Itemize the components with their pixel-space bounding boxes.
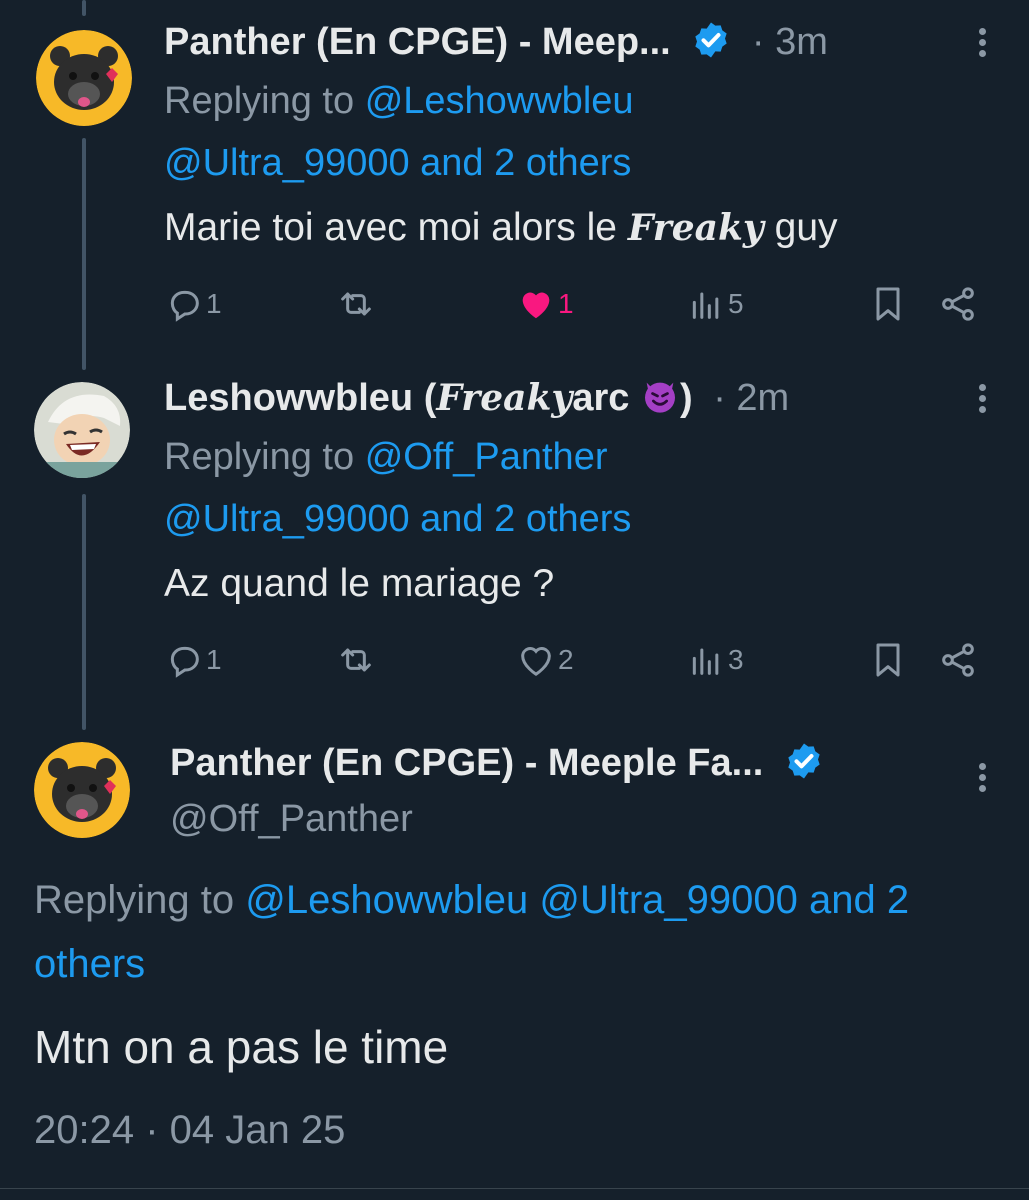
like-button[interactable]: 2 — [516, 630, 574, 690]
verified-badge-icon[interactable] — [691, 20, 731, 60]
reply-thread: Panther (En CPGE) - Meep... · 3m Replyin… — [0, 0, 1029, 1200]
more-icon[interactable] — [970, 24, 994, 64]
author-name[interactable]: Panther (En CPGE) - Meeple Fa... — [170, 742, 763, 784]
tweet-time[interactable]: · 3m — [752, 21, 828, 63]
share-button[interactable] — [938, 630, 978, 690]
replying-to: Replying to @Leshowwbleu @Ultra_99000 an… — [164, 80, 634, 184]
verified-badge-icon[interactable] — [784, 741, 824, 781]
retweet-icon — [341, 292, 371, 316]
retweet-button[interactable] — [336, 274, 376, 334]
panther-avatar-image — [34, 742, 130, 838]
panther-avatar-image — [36, 30, 132, 126]
mention-link[interactable]: @Leshowwbleu @Ultra_99000 and 2 — [245, 878, 909, 922]
heart-icon — [521, 647, 551, 676]
devil-emoji-icon — [644, 382, 675, 413]
avatar[interactable] — [34, 382, 130, 478]
thread-line — [82, 494, 86, 730]
reply-button[interactable]: 1 — [164, 630, 222, 690]
more-icon[interactable] — [970, 759, 994, 799]
like-button[interactable]: 1 — [516, 274, 574, 334]
heart-icon — [522, 292, 550, 319]
views-icon — [692, 648, 719, 675]
tweet-text: Mtn on a pas le time — [34, 1021, 449, 1073]
thread-line-top — [82, 0, 86, 16]
tweet-text: Az quand le mariage ? — [164, 562, 555, 605]
bookmark-button[interactable] — [868, 274, 908, 334]
main-tweet-header: Panther (En CPGE) - Meeple Fa... @Off_Pa… — [170, 735, 1000, 847]
author-name[interactable]: Leshowwbleu (Freakyarc ) — [164, 377, 693, 419]
retweet-icon — [341, 648, 371, 672]
mention-link[interactable]: others — [34, 942, 145, 986]
mention-link[interactable]: @Ultra_99000 and 2 others — [164, 498, 631, 540]
author-handle[interactable]: @Off_Panther — [170, 791, 1000, 847]
views-button[interactable]: 5 — [686, 274, 744, 334]
more-icon[interactable] — [970, 380, 994, 420]
author-name[interactable]: Panther (En CPGE) - Meep... — [164, 21, 671, 63]
bookmark-button[interactable] — [868, 630, 908, 690]
divider — [0, 1188, 1029, 1189]
mention-link[interactable]: @Off_Panther — [365, 436, 608, 478]
share-icon — [942, 643, 974, 677]
mention-link[interactable]: @Leshowwbleu — [365, 80, 634, 122]
reply-tweet[interactable]: Leshowwbleu (Freakyarc ) · 2m Replying t… — [164, 370, 994, 690]
share-button[interactable] — [938, 274, 978, 334]
replying-to: Replying to @Off_Panther @Ultra_99000 an… — [164, 436, 632, 540]
avatar[interactable] — [34, 742, 130, 838]
share-icon — [942, 287, 974, 321]
avatar[interactable] — [36, 30, 132, 126]
reply-icon — [170, 290, 199, 322]
reply-icon — [170, 646, 199, 678]
retweet-button[interactable] — [336, 630, 376, 690]
tweet-timestamp[interactable]: 20:24 · 04 Jan 25 — [34, 1098, 345, 1162]
reply-tweet[interactable]: Panther (En CPGE) - Meep... · 3m Replyin… — [164, 14, 994, 334]
leshowwbleu-avatar-image — [34, 382, 130, 478]
mention-link[interactable]: @Ultra_99000 and 2 others — [164, 142, 631, 184]
tweet-actions: 1 2 3 — [164, 630, 994, 690]
thread-line — [82, 138, 86, 370]
views-icon — [692, 292, 719, 319]
tweet-time[interactable]: · 2m — [713, 377, 789, 419]
replying-to: Replying to @Leshowwbleu @Ultra_99000 an… — [34, 878, 910, 986]
reply-button[interactable]: 1 — [164, 274, 222, 334]
tweet-actions: 1 1 5 — [164, 274, 994, 334]
views-button[interactable]: 3 — [686, 630, 744, 690]
tweet-text: Marie toi avec moi alors le Freaky guy — [164, 206, 838, 249]
bookmark-icon — [876, 643, 900, 677]
bookmark-icon — [876, 287, 900, 321]
